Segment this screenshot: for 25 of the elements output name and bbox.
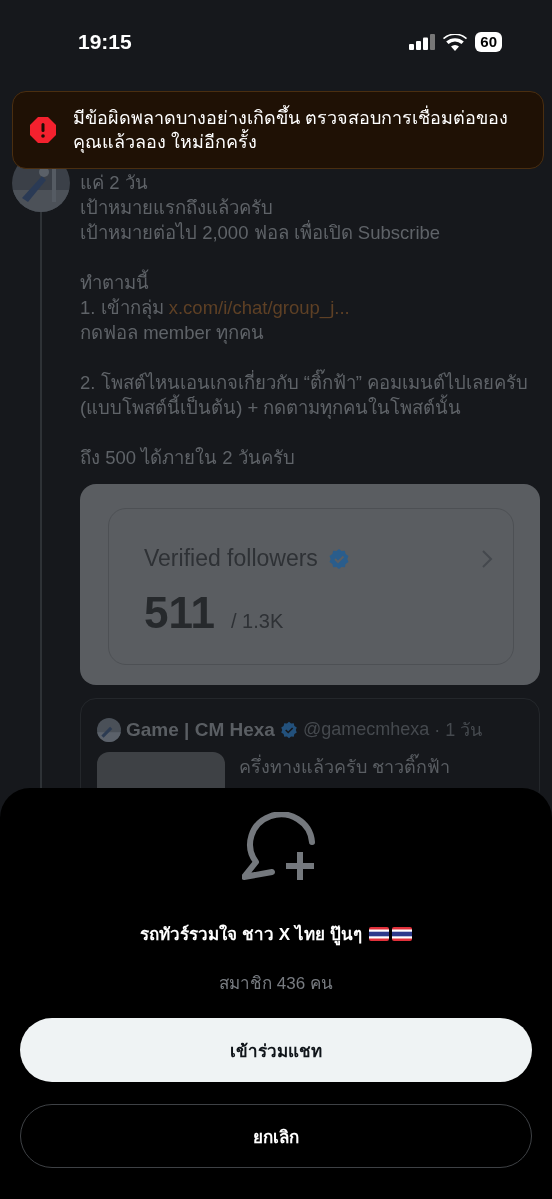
cancel-button[interactable]: ยกเลิก [20, 1104, 532, 1168]
flag-icon [368, 926, 389, 941]
post-text: เป้าหมายต่อไป 2,000 ฟอล เพื่อเปิด Subscribe [80, 220, 442, 245]
join-chat-button[interactable]: เข้าร่วมแชท [20, 1018, 532, 1082]
post-text: กดฟอล member ทุกคน [80, 321, 266, 345]
error-message: มีข้อผิดพลาดบางอย่างเกิดขึ้น ตรวจสอบการเชื่อมต่อของคุณแล้วลอง ใหม่อีกครั้ง [73, 106, 531, 154]
post-text: เป้าหมายแรกถึงแล้วครับ [80, 196, 274, 220]
post-text: 2. โพสต์ไหนเอนเกจเกี่ยวกับ “ติ๊กฟ้า” คอมเมนต์ไปเลยครับ (แบบโพสต์นี้เป็นต้น) + กดตามทุกคนในโพสต์นั้น [80, 370, 540, 420]
flag-icon [391, 926, 412, 941]
member-count: สมาชิก 436 คน [219, 973, 333, 995]
wifi-icon [443, 33, 468, 51]
signal-icon [409, 34, 436, 50]
post-text: ถึง 500 ได้ภายใน 2 วันครับ [80, 446, 296, 470]
battery-indicator: 60 [475, 32, 502, 52]
group-link[interactable]: x.com/i/chat/group_j... [168, 297, 350, 318]
verified-badge-icon [279, 720, 298, 739]
chat-plus-icon [242, 812, 318, 882]
post-text: ทำตามนี้ [80, 270, 540, 295]
post-text: 1. เข้ากลุ่ม x.com/i/chat/group_j... [80, 296, 351, 320]
post-text: แค่ 2 วัน [80, 171, 149, 195]
status-time: 19:15 [78, 30, 132, 54]
group-title: รถทัวร์รวมใจ ชาว X ไทย ปู๊นๆ [140, 923, 362, 947]
verified-badge-icon [327, 547, 350, 570]
error-icon [29, 116, 57, 144]
author-name: Game | CM Hexa [126, 718, 275, 741]
